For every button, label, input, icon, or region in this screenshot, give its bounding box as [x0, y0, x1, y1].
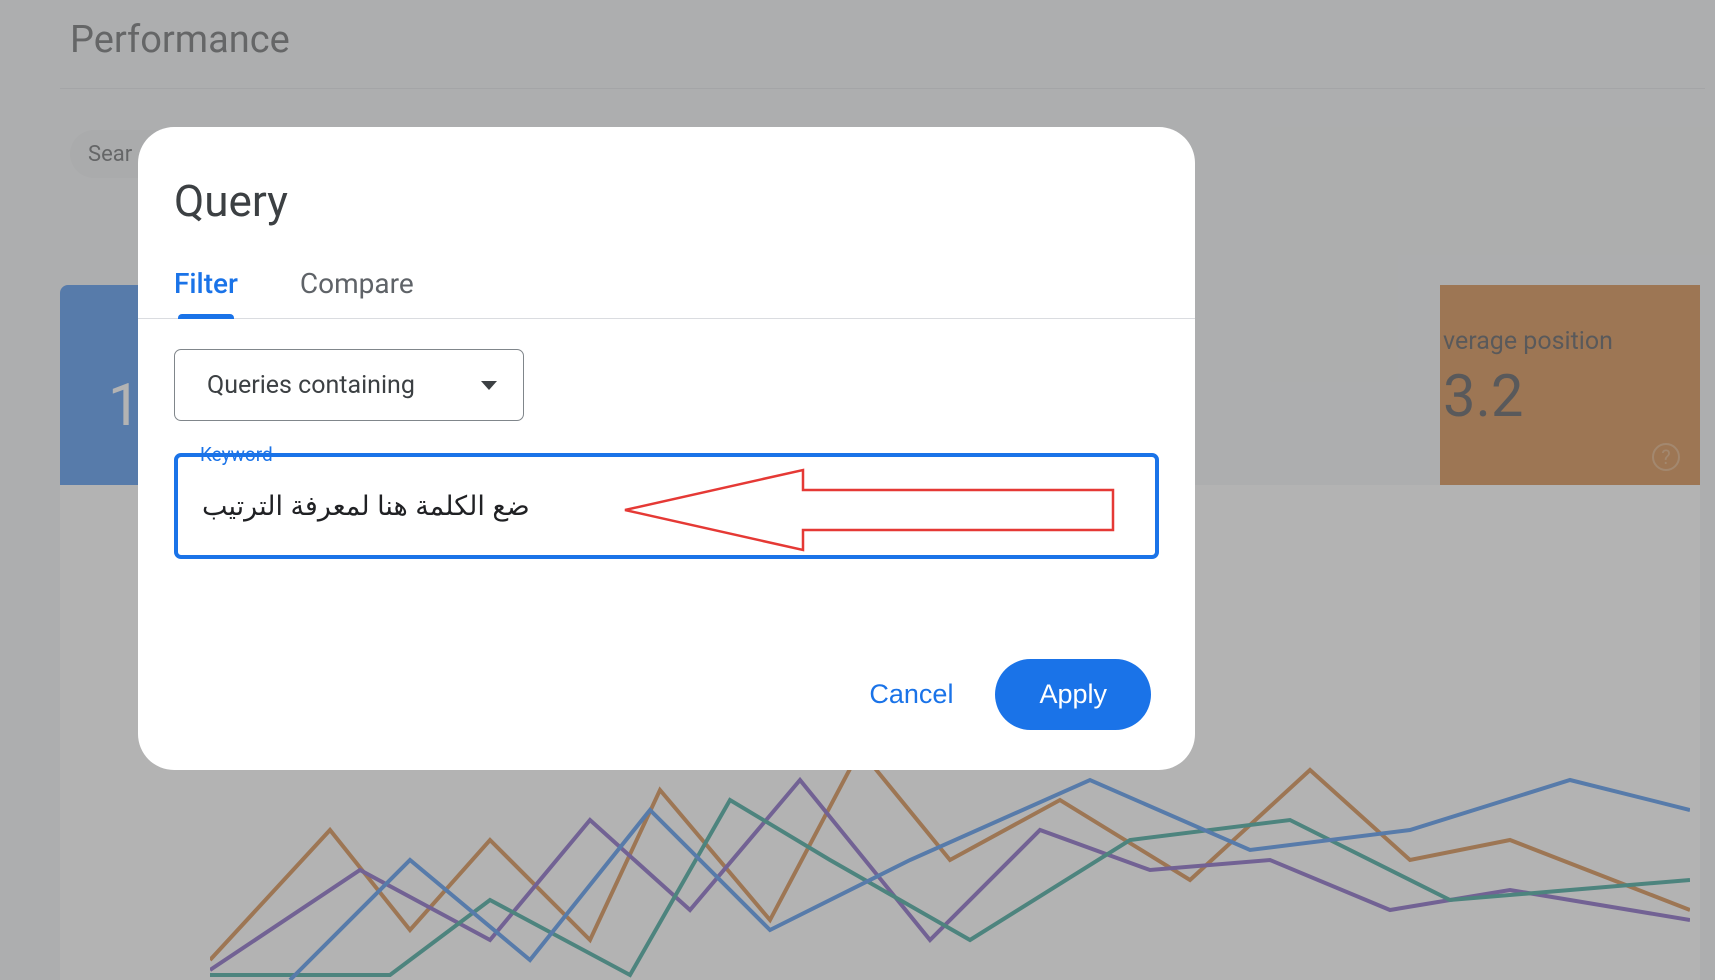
apply-button[interactable]: Apply — [995, 659, 1151, 730]
tab-label: Filter — [174, 267, 238, 300]
dialog-title: Query — [138, 175, 1195, 227]
keyword-input[interactable]: ضع الكلمة هنا لمعرفة الترتيب — [174, 453, 1159, 559]
chevron-down-icon — [481, 381, 497, 390]
dialog-actions: Cancel Apply — [869, 659, 1151, 730]
tab-filter[interactable]: Filter — [174, 267, 238, 318]
dropdown-label: Queries containing — [207, 371, 415, 400]
keyword-field-wrapper: Keyword ضع الكلمة هنا لمعرفة الترتيب — [174, 453, 1159, 559]
annotation-arrow-icon — [623, 467, 1123, 553]
query-type-dropdown[interactable]: Queries containing — [174, 349, 524, 421]
keyword-value: ضع الكلمة هنا لمعرفة الترتيب — [202, 491, 530, 522]
query-dialog: Query Filter Compare Queries containing … — [138, 127, 1195, 770]
cancel-button[interactable]: Cancel — [869, 679, 953, 710]
tab-label: Compare — [300, 267, 414, 300]
dialog-tabs: Filter Compare — [138, 267, 1195, 319]
tab-compare[interactable]: Compare — [300, 267, 414, 318]
